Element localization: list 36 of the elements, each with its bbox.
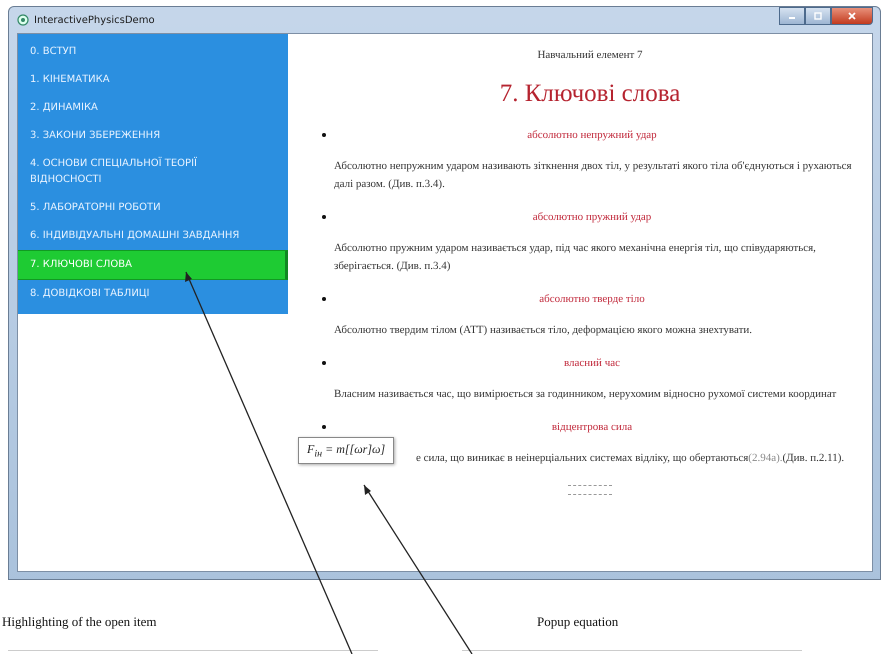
sidebar-item[interactable]: 6. ІНДИВІДУАЛЬНІ ДОМАШНІ ЗАВДАННЯ: [18, 222, 288, 250]
annotation-label: Popup equation: [537, 614, 618, 630]
subtitle: Навчальний елемент 7: [536, 48, 644, 62]
sidebar-item[interactable]: 7. КЛЮЧОВІ СЛОВА: [18, 250, 288, 280]
annotation-label: Highlighting of the open item: [2, 614, 157, 630]
heading: 7. Ключові слова: [498, 79, 682, 109]
close-icon: [847, 11, 857, 21]
definition-text: Абсолютно пружним ударом називається удар, під час якого механічна енергія тіл, що співударяються, зберігається. (Див. п.3.4): [334, 241, 817, 274]
term: відцентрова сила: [550, 421, 634, 433]
term: абсолютно тверде тіло: [538, 293, 646, 305]
window-title: InteractivePhysicsDemo: [34, 14, 155, 26]
bullet-icon: [322, 425, 326, 429]
sidebar-item[interactable]: 2. ДИНАМІКА: [18, 94, 288, 122]
equation-popup: F$_{ін}$ = m[[ωr]ω]: [298, 437, 394, 464]
maximize-icon: [813, 11, 823, 21]
term: абсолютно непружний удар: [526, 129, 658, 141]
bullet-icon: [322, 361, 326, 365]
close-button[interactable]: [831, 7, 873, 25]
sidebar-item[interactable]: 8. ДОВІДКОВІ ТАБЛИЦІ: [18, 280, 288, 308]
bullet-icon: [322, 215, 326, 219]
term: абсолютно пружний удар: [532, 211, 652, 223]
app-icon: [17, 14, 29, 26]
term: власний час: [562, 357, 621, 369]
sidebar-item[interactable]: 1. КІНЕМАТИКА: [18, 66, 288, 94]
bullet-icon: [322, 297, 326, 301]
definition-text: Абсолютно непружним ударом називають зіткнення двох тіл, у результаті якого тіла об'єднуються і рухаються далі разом. (Див. п.3.4).: [334, 159, 853, 192]
sidebar-item[interactable]: 5. ЛАБОРАТОРНІ РОБОТИ: [18, 194, 288, 222]
sidebar-item[interactable]: 3. ЗАКОНИ ЗБЕРЕЖЕННЯ: [18, 122, 288, 150]
bullet-icon: [322, 133, 326, 137]
minimize-button[interactable]: [779, 7, 805, 25]
definition-text: Власним називається час, що вимірюється за годинником, нерухомим відносно рухомої системи координат: [334, 387, 838, 402]
definition-text: е сила, що виникає в неінерціальних системах відліку, що обертаються(2.94а).(Див. п.2.11).: [416, 451, 846, 466]
sidebar-item[interactable]: 4. ОСНОВИ СПЕЦІАЛЬНОЇ ТЕОРІЇ ВІДНОСНОСТІ: [18, 150, 288, 194]
sidebar-item[interactable]: 0. ВСТУП: [18, 38, 288, 66]
maximize-button[interactable]: [805, 7, 831, 25]
definition-text: Абсолютно твердим тілом (АТТ) називається тіло, деформацією якого можна знехтувати.: [334, 323, 754, 338]
